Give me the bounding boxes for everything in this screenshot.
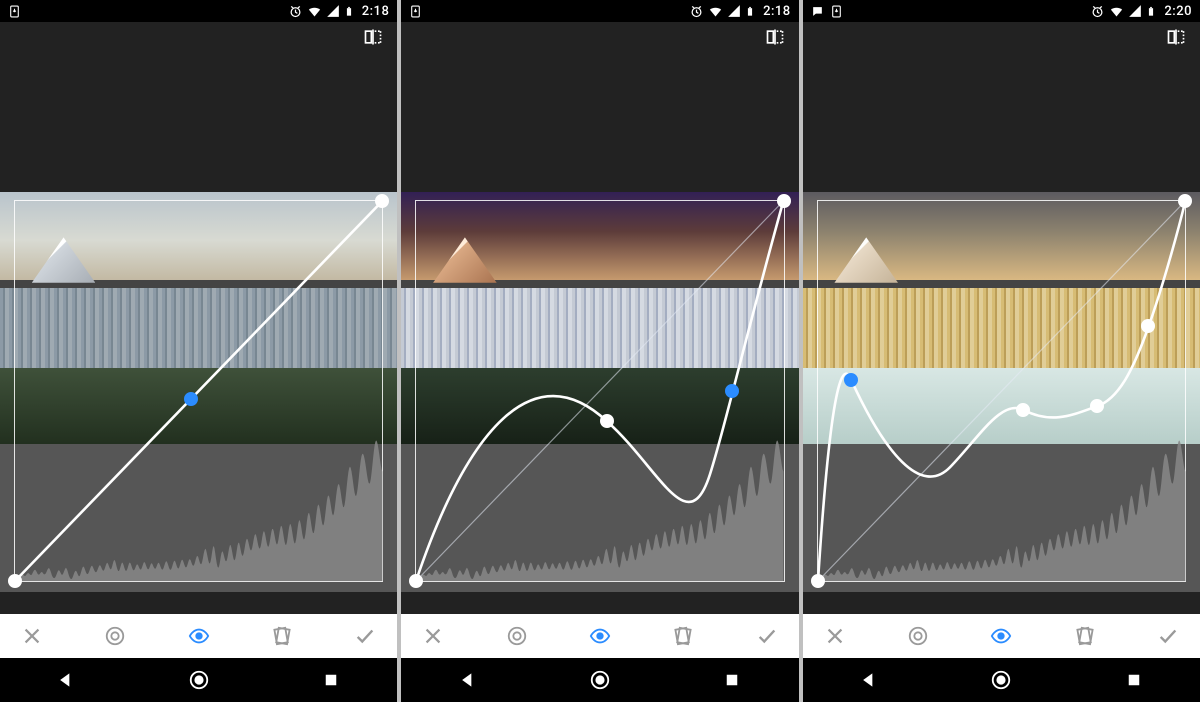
curve-handle[interactable] [811, 574, 825, 588]
curve-handle[interactable] [1178, 194, 1192, 208]
android-status-bar: 2:18 [401, 0, 798, 22]
download-icon [409, 5, 422, 18]
histogram [416, 440, 783, 581]
cell-signal-icon [326, 4, 340, 18]
cancel-button[interactable] [20, 624, 44, 648]
cell-signal-icon [727, 4, 741, 18]
editor-spacer-below [803, 592, 1200, 614]
editor-top-bar [803, 22, 1200, 52]
curve-handle-active[interactable] [844, 373, 858, 387]
phone-panel-2: 2:18 [401, 0, 798, 702]
view-button[interactable] [989, 624, 1013, 648]
curves-canvas[interactable] [0, 192, 397, 592]
wifi-icon [1109, 4, 1124, 19]
nav-home-button[interactable] [188, 669, 210, 691]
cell-signal-icon [1128, 4, 1142, 18]
nav-recents-button[interactable] [721, 669, 743, 691]
curve-handle[interactable] [777, 194, 791, 208]
wifi-icon [708, 4, 723, 19]
curves-canvas[interactable] [401, 192, 798, 592]
nav-back-button[interactable] [55, 669, 77, 691]
curve-bounding-box[interactable] [415, 200, 784, 582]
editor-spacer [401, 52, 798, 192]
alarm-icon [689, 4, 704, 19]
alarm-icon [1090, 4, 1105, 19]
histogram [818, 440, 1185, 581]
battery-icon [1146, 4, 1156, 19]
battery-icon [745, 4, 755, 19]
status-clock: 2:18 [362, 4, 390, 19]
nav-recents-button[interactable] [320, 669, 342, 691]
curve-bounding-box[interactable] [14, 200, 383, 582]
nav-home-button[interactable] [589, 669, 611, 691]
compare-before-after-icon[interactable] [363, 27, 383, 47]
editor-bottom-toolbar [401, 614, 798, 658]
styles-button[interactable] [1073, 624, 1097, 648]
android-status-bar: 2:18 [0, 0, 397, 22]
nav-back-button[interactable] [457, 669, 479, 691]
histogram [15, 440, 382, 581]
download-icon [8, 5, 21, 18]
compare-before-after-icon[interactable] [765, 27, 785, 47]
curve-handle-active[interactable] [184, 392, 198, 406]
confirm-button[interactable] [353, 624, 377, 648]
nav-recents-button[interactable] [1123, 669, 1145, 691]
curve-handle[interactable] [8, 574, 22, 588]
styles-button[interactable] [270, 624, 294, 648]
curve-handle[interactable] [1090, 399, 1104, 413]
cancel-button[interactable] [823, 624, 847, 648]
styles-button[interactable] [671, 624, 695, 648]
presets-button[interactable] [906, 624, 930, 648]
download-icon [830, 5, 843, 18]
curves-canvas[interactable] [803, 192, 1200, 592]
nav-home-button[interactable] [990, 669, 1012, 691]
presets-button[interactable] [103, 624, 127, 648]
android-status-bar: 2:20 [803, 0, 1200, 22]
status-clock: 2:20 [1164, 4, 1192, 19]
editor-spacer [803, 52, 1200, 192]
wifi-icon [307, 4, 322, 19]
editor-spacer-below [0, 592, 397, 614]
editor-spacer [0, 52, 397, 192]
alarm-icon [288, 4, 303, 19]
presets-button[interactable] [505, 624, 529, 648]
compare-before-after-icon[interactable] [1166, 27, 1186, 47]
cancel-button[interactable] [421, 624, 445, 648]
view-button[interactable] [588, 624, 612, 648]
confirm-button[interactable] [755, 624, 779, 648]
view-button[interactable] [187, 624, 211, 648]
editor-top-bar [401, 22, 798, 52]
nav-back-button[interactable] [858, 669, 880, 691]
battery-icon [344, 4, 354, 19]
android-nav-bar [803, 658, 1200, 702]
chat-bubble-icon [811, 5, 824, 18]
android-nav-bar [401, 658, 798, 702]
confirm-button[interactable] [1156, 624, 1180, 648]
phone-panel-3: 2:20 [803, 0, 1200, 702]
editor-spacer-below [401, 592, 798, 614]
status-clock: 2:18 [763, 4, 791, 19]
editor-bottom-toolbar [0, 614, 397, 658]
editor-bottom-toolbar [803, 614, 1200, 658]
phone-panel-1: 2:18 [0, 0, 397, 702]
curve-bounding-box[interactable] [817, 200, 1186, 582]
editor-top-bar [0, 22, 397, 52]
android-nav-bar [0, 658, 397, 702]
